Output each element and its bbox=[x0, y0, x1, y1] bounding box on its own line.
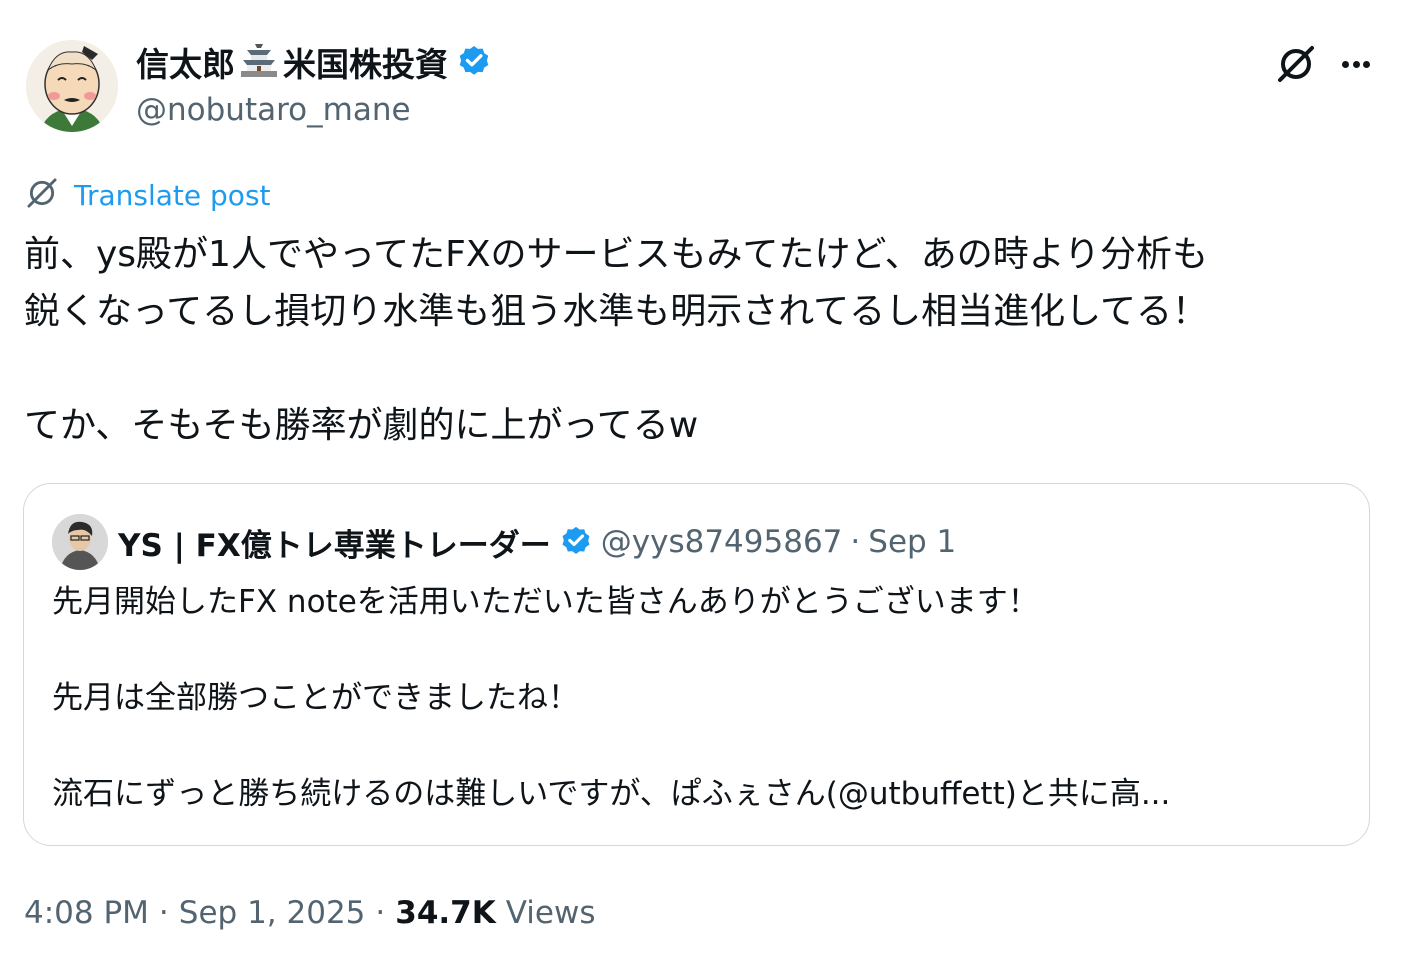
author-name-row[interactable]: 信太郎 米国株投資 bbox=[136, 42, 492, 84]
quote-line: 先月は全部勝つことができましたね！ bbox=[52, 680, 579, 716]
tweet-line: 前、ys殿が1人でやってたFXのサービスもみてたけど、あの時より分析も bbox=[24, 234, 1209, 275]
views-label[interactable]: Views bbox=[506, 895, 596, 931]
quoted-tweet-card[interactable]: YS | FX億トレ専業トレーダー @yys87495867 · Sep 1 先… bbox=[23, 483, 1370, 846]
author-name-suffix: 米国株投資 bbox=[283, 45, 448, 84]
quote-date[interactable]: Sep 1 bbox=[868, 524, 956, 560]
quote-line: 先月開始したFX noteを活用いただいた皆さんありがとうございます！ bbox=[52, 584, 1039, 620]
verified-badge-icon[interactable] bbox=[456, 42, 492, 82]
more-icon[interactable] bbox=[1336, 46, 1376, 82]
tweet-line: てか、そもそも勝率が劇的に上がってるw bbox=[24, 405, 699, 446]
quote-author-avatar[interactable] bbox=[52, 514, 108, 570]
grok-icon[interactable] bbox=[1274, 42, 1318, 86]
post-time[interactable]: 4:08 PM bbox=[24, 895, 149, 931]
tweet-line: 鋭くなってるし損切り水準も狙う水準も明示されてるし相当進化してる！ bbox=[24, 291, 1209, 332]
translate-post-link[interactable]: Translate post bbox=[24, 175, 271, 215]
quote-verified-badge-icon bbox=[559, 523, 593, 561]
tweet-body: 前、ys殿が1人でやってたFXのサービスもみてたけど、あの時より分析も 鋭くなっ… bbox=[24, 226, 1374, 454]
quote-line: 流石にずっと勝ち続けるのは難しいですが、ぱふぇさん(@utbuffett)と共に… bbox=[52, 776, 1171, 812]
quote-author-name: YS | FX億トレ専業トレーダー bbox=[118, 527, 551, 564]
more-dot bbox=[1352, 60, 1360, 68]
more-dot bbox=[1363, 60, 1370, 68]
quote-separator: · bbox=[850, 524, 861, 560]
translate-label: Translate post bbox=[74, 178, 271, 212]
more-dot bbox=[1342, 60, 1349, 68]
tweet-footer: 4:08 PM · Sep 1, 2025 · 34.7K Views bbox=[24, 890, 595, 936]
quote-line-blank bbox=[52, 626, 1342, 674]
post-date[interactable]: Sep 1, 2025 bbox=[179, 895, 366, 931]
tweet-line-blank bbox=[24, 340, 1374, 397]
castle-emoji-icon bbox=[237, 42, 281, 82]
author-name-prefix: 信太郎 bbox=[136, 45, 235, 84]
quote-header: YS | FX億トレ専業トレーダー @yys87495867 · Sep 1 bbox=[52, 514, 956, 570]
footer-separator: · bbox=[158, 895, 169, 931]
translate-icon bbox=[24, 175, 60, 215]
quote-line-blank bbox=[52, 722, 1342, 770]
author-handle[interactable]: @nobutaro_mane bbox=[136, 92, 411, 128]
quote-body: 先月開始したFX noteを活用いただいた皆さんありがとうございます！ 先月は全… bbox=[52, 578, 1342, 818]
footer-separator: · bbox=[375, 895, 386, 931]
views-count[interactable]: 34.7K bbox=[395, 895, 496, 931]
tweet-header: 信太郎 米国株投資 @nobutaro_mane bbox=[26, 36, 1378, 136]
quote-author-handle: @yys87495867 bbox=[600, 524, 843, 560]
author-avatar[interactable] bbox=[26, 40, 118, 132]
